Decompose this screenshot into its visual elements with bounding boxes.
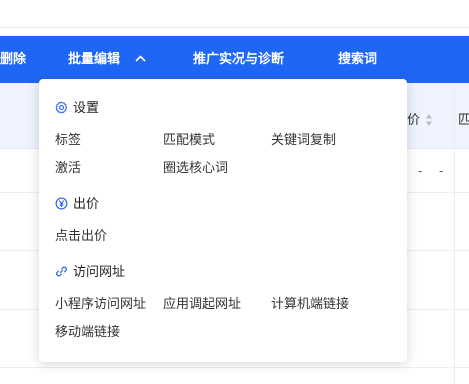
menu-item-match-mode[interactable]: 匹配模式 [163, 129, 215, 148]
sort-icon[interactable] [425, 113, 433, 127]
batch-edit-button[interactable]: 批量编辑 [68, 36, 146, 83]
bid-section-title: 出价 [55, 193, 99, 212]
search-terms-button[interactable]: 搜索词 [338, 36, 377, 83]
search-input[interactable] [0, 0, 469, 28]
table-header-price: 价 [407, 113, 421, 128]
table-cell: - [418, 164, 423, 178]
menu-item-app-launch-url[interactable]: 应用调起网址 [163, 293, 241, 312]
menu-item-activate[interactable]: 激活 [55, 157, 81, 176]
batch-action-bar: 删除 批量编辑 推广实况与诊断 搜索词 [0, 36, 469, 83]
table-cell: - [439, 164, 444, 178]
link-icon [56, 266, 67, 277]
yen-circle-icon [55, 197, 68, 210]
batch-edit-dropdown: 设置 标签 匹配模式 关键词复制 激活 圈选核心词 出价 点击出价 访问网址 小… [39, 79, 407, 362]
menu-item-miniprogram-url[interactable]: 小程序访问网址 [55, 293, 146, 312]
table-header-next: 匹 [458, 113, 469, 128]
batch-edit-label: 批量编辑 [68, 52, 121, 67]
row-divider [0, 367, 469, 368]
bid-title-text: 出价 [73, 197, 100, 212]
settings-section-title: 设置 [55, 97, 99, 116]
chevron-up-icon [134, 55, 146, 62]
promo-diagnosis-button[interactable]: 推广实况与诊断 [193, 36, 284, 83]
url-section-title: 访问网址 [55, 261, 125, 280]
url-title-text: 访问网址 [73, 265, 126, 280]
menu-item-core-word-select[interactable]: 圈选核心词 [163, 157, 228, 176]
menu-item-pc-link[interactable]: 计算机端链接 [271, 293, 349, 312]
gear-icon [55, 101, 68, 114]
menu-item-mobile-link[interactable]: 移动端链接 [55, 321, 120, 340]
settings-title-text: 设置 [73, 101, 100, 116]
column-divider [454, 83, 455, 384]
menu-item-click-bid[interactable]: 点击出价 [55, 225, 107, 244]
menu-item-tag[interactable]: 标签 [55, 129, 81, 148]
delete-button[interactable]: 删除 [0, 36, 26, 83]
page: 删除 批量编辑 推广实况与诊断 搜索词 价 匹 - - 设置 标签 匹配模式 关… [0, 0, 469, 384]
menu-item-keyword-copy[interactable]: 关键词复制 [271, 129, 336, 148]
